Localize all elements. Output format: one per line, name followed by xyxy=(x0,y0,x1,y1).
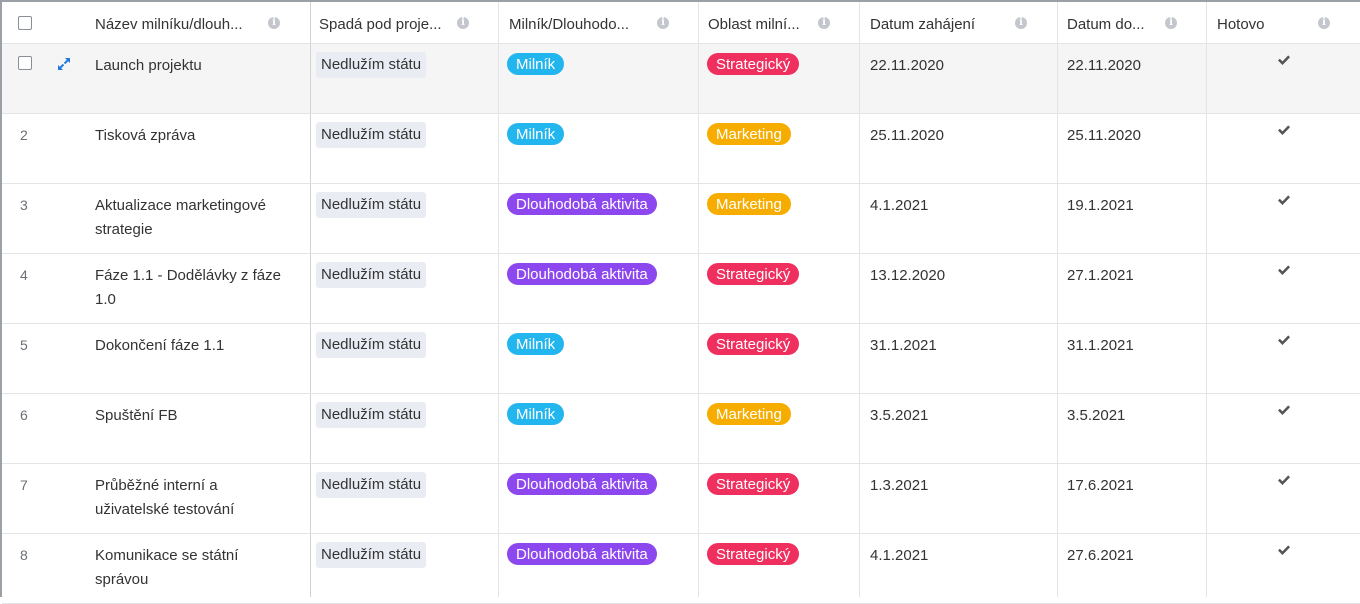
column-header-end-date[interactable]: Datum do... xyxy=(1067,16,1145,33)
milestone-name[interactable]: Komunikace se státní správou xyxy=(95,544,295,592)
type-badge[interactable]: Dlouhodobá aktivita xyxy=(507,193,657,215)
column-header-start-date[interactable]: Datum zahájení xyxy=(870,16,975,33)
milestone-name[interactable]: Aktualizace marketingové strategie xyxy=(95,194,295,242)
start-date[interactable]: 31.1.2021 xyxy=(870,337,937,354)
row-number: 8 xyxy=(20,547,28,563)
end-date[interactable]: 27.6.2021 xyxy=(1067,547,1134,564)
end-date[interactable]: 31.1.2021 xyxy=(1067,337,1134,354)
info-icon[interactable]: i xyxy=(1015,17,1027,29)
column-header-project[interactable]: Spadá pod proje... xyxy=(319,16,442,33)
checkmark-icon[interactable] xyxy=(1276,542,1292,558)
checkmark-icon[interactable] xyxy=(1276,52,1292,68)
area-badge[interactable]: Strategický xyxy=(707,53,800,75)
table-row[interactable]: 2 Tisková zpráva Nedlužím státu Milník Marke… xyxy=(0,113,1360,183)
end-date[interactable]: 17.6.2021 xyxy=(1067,477,1134,494)
info-icon[interactable]: i xyxy=(1165,17,1177,29)
start-date[interactable]: 25.11.2020 xyxy=(870,127,944,144)
milestone-name[interactable]: Spuštění FB xyxy=(95,404,295,428)
grid-header: Název milníku/dlouh... i Spadá pod proje… xyxy=(2,2,1360,43)
type-badge[interactable]: Dlouhodobá aktivita xyxy=(507,473,657,495)
project-tag[interactable]: Nedlužím státu xyxy=(316,332,427,358)
area-badge[interactable]: Strategický xyxy=(707,263,800,285)
type-badge[interactable]: Dlouhodobá aktivita xyxy=(507,263,657,285)
info-icon[interactable]: i xyxy=(1318,17,1330,29)
column-header-name[interactable]: Název milníku/dlouh... xyxy=(95,16,243,33)
row-number: 2 xyxy=(20,127,28,143)
end-date[interactable]: 3.5.2021 xyxy=(1067,407,1125,424)
project-tag[interactable]: Nedlužím státu xyxy=(316,262,427,288)
project-tag[interactable]: Nedlužím státu xyxy=(316,122,427,148)
area-badge[interactable]: Strategický xyxy=(707,543,800,565)
table-row[interactable]: 7 Průběžné interní a uživatelské testován… xyxy=(0,463,1360,533)
end-date[interactable]: 22.11.2020 xyxy=(1067,57,1141,74)
start-date[interactable]: 3.5.2021 xyxy=(870,407,928,424)
type-badge[interactable]: Milník xyxy=(507,123,565,145)
area-badge[interactable]: Strategický xyxy=(707,333,800,355)
checkmark-icon[interactable] xyxy=(1276,402,1292,418)
area-badge[interactable]: Marketing xyxy=(707,403,791,425)
table-row[interactable]: 8 Komunikace se státní správou Nedlužím st… xyxy=(0,533,1360,603)
table-row[interactable]: 3 Aktualizace marketingové strategie Nedlu… xyxy=(0,183,1360,253)
checkmark-icon[interactable] xyxy=(1276,262,1292,278)
table-row[interactable]: 6 Spuštění FB Nedlužím státu Milník Marketin… xyxy=(0,393,1360,463)
milestone-name[interactable]: Tisková zpráva xyxy=(95,124,295,148)
end-date[interactable]: 27.1.2021 xyxy=(1067,267,1134,284)
type-badge[interactable]: Milník xyxy=(507,53,565,75)
row-number: 4 xyxy=(20,267,28,283)
row-number: 5 xyxy=(20,337,28,353)
checkmark-icon[interactable] xyxy=(1276,332,1292,348)
type-badge[interactable]: Milník xyxy=(507,403,565,425)
type-badge[interactable]: Milník xyxy=(507,333,565,355)
checkmark-icon[interactable] xyxy=(1276,122,1292,138)
project-tag[interactable]: Nedlužím státu xyxy=(316,472,427,498)
checkmark-icon[interactable] xyxy=(1276,192,1292,208)
milestone-name[interactable]: Dokončení fáze 1.1 xyxy=(95,334,295,358)
start-date[interactable]: 22.11.2020 xyxy=(870,57,944,74)
info-icon[interactable]: i xyxy=(657,17,669,29)
start-date[interactable]: 4.1.2021 xyxy=(870,197,928,214)
table-row[interactable]: 5 Dokončení fáze 1.1 Nedlužím státu Milník S… xyxy=(0,323,1360,393)
milestone-name[interactable]: Fáze 1.1 - Dodělávky z fáze 1.0 xyxy=(95,264,295,312)
milestone-name[interactable]: Průběžné interní a uživatelské testování xyxy=(95,474,295,522)
type-badge[interactable]: Dlouhodobá aktivita xyxy=(507,543,657,565)
area-badge[interactable]: Strategický xyxy=(707,473,800,495)
area-badge[interactable]: Marketing xyxy=(707,123,791,145)
column-header-area[interactable]: Oblast milní... xyxy=(708,16,800,33)
info-icon[interactable]: i xyxy=(268,17,280,29)
row-select-checkbox[interactable] xyxy=(18,56,32,70)
row-number: 3 xyxy=(20,197,28,213)
row-number: 7 xyxy=(20,477,28,493)
column-header-done[interactable]: Hotovo xyxy=(1217,16,1265,33)
end-date[interactable]: 25.11.2020 xyxy=(1067,127,1141,144)
select-all-checkbox[interactable] xyxy=(18,16,32,30)
start-date[interactable]: 1.3.2021 xyxy=(870,477,928,494)
area-badge[interactable]: Marketing xyxy=(707,193,791,215)
project-tag[interactable]: Nedlužím státu xyxy=(316,402,427,428)
start-date[interactable]: 13.12.2020 xyxy=(870,267,945,284)
project-tag[interactable]: Nedlužím státu xyxy=(316,542,427,568)
row-number: 6 xyxy=(20,407,28,423)
info-icon[interactable]: i xyxy=(457,17,469,29)
expand-icon[interactable] xyxy=(56,56,72,72)
project-tag[interactable]: Nedlužím státu xyxy=(316,52,427,78)
column-header-type[interactable]: Milník/Dlouhodo... xyxy=(509,16,629,33)
project-tag[interactable]: Nedlužím státu xyxy=(316,192,427,218)
info-icon[interactable]: i xyxy=(818,17,830,29)
checkmark-icon[interactable] xyxy=(1276,472,1292,488)
table-row[interactable]: Launch projektu Nedlužím státu Milník Strat… xyxy=(0,43,1360,113)
table-row[interactable]: 4 Fáze 1.1 - Dodělávky z fáze 1.0 Nedlužím… xyxy=(0,253,1360,323)
milestone-name[interactable]: Launch projektu xyxy=(95,54,295,78)
start-date[interactable]: 4.1.2021 xyxy=(870,547,928,564)
end-date[interactable]: 19.1.2021 xyxy=(1067,197,1134,214)
